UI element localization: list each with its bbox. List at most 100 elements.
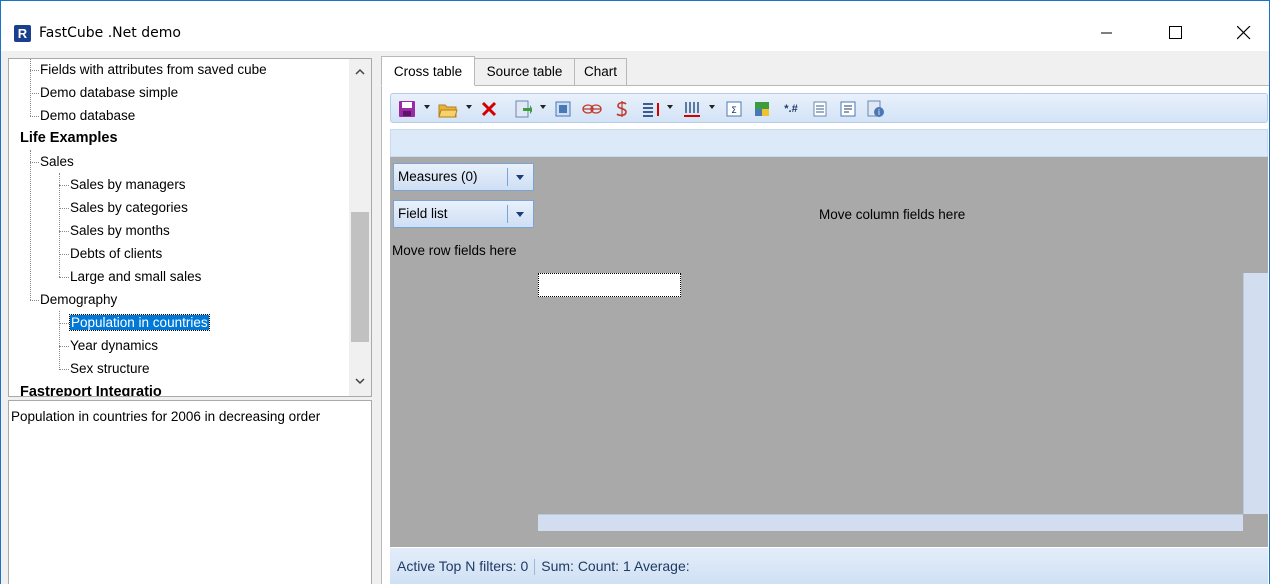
tree-guide (59, 254, 69, 255)
tree-item-demo-database[interactable]: Demo database (40, 105, 135, 127)
infinity-icon (582, 104, 602, 114)
tree-item-fields-with-attributes[interactable]: Fields with attributes from saved cube (40, 59, 267, 81)
tree-item-demography[interactable]: Demography (40, 289, 117, 311)
filter-bar[interactable] (390, 129, 1268, 157)
tree-guide (30, 93, 39, 94)
save-dropdown[interactable] (424, 105, 430, 109)
tree-guide (59, 311, 60, 370)
sort-dropdown[interactable] (667, 105, 673, 109)
columns-dropdown[interactable] (709, 105, 715, 109)
infinity-button[interactable] (581, 99, 603, 119)
status-divider (534, 559, 536, 576)
tree-item-sex-structure[interactable]: Sex structure (70, 358, 150, 380)
list-button[interactable] (810, 99, 830, 119)
pivot-grid[interactable]: Measures (0) Field list Move column fiel… (390, 157, 1268, 547)
svg-text:Σ: Σ (731, 106, 737, 116)
tab-chart[interactable]: Chart (574, 58, 627, 86)
tree-item-label: Demo database simple (40, 85, 179, 100)
open-button[interactable] (437, 99, 459, 119)
field-list-button[interactable]: Field list (393, 200, 534, 228)
tree-item-label: Fastreport Integratio (20, 384, 162, 396)
delete-icon (481, 101, 497, 117)
export-icon (515, 100, 532, 118)
tree-item-year-dynamics[interactable]: Year dynamics (70, 335, 158, 357)
tab-cross-table[interactable]: Cross table (381, 56, 475, 86)
tree-item-label: Fields with attributes from saved cube (40, 62, 267, 77)
tree-item-fastreport-integration[interactable]: Fastreport Integratio (20, 381, 162, 396)
tree-item-sales-by-categories[interactable]: Sales by categories (70, 197, 188, 219)
top-n-filters-status: Active Top N filters: 0 (397, 558, 529, 574)
tree-item-sales-by-months[interactable]: Sales by months (70, 220, 170, 242)
tree-item-label: Sex structure (70, 361, 150, 376)
tree-guide (59, 277, 69, 278)
cross-table-panel: Σ *.# i Measures (0) Field list Move col… (381, 85, 1269, 584)
tree-guide (30, 300, 39, 301)
tree-item-sales-by-managers[interactable]: Sales by managers (70, 174, 186, 196)
tree-guide (59, 231, 69, 232)
measures-label: Measures (0) (398, 169, 478, 184)
aggregate-status: Sum: Count: 1 Average: (541, 558, 690, 574)
save-button[interactable] (397, 99, 417, 119)
columns-button[interactable] (681, 99, 703, 119)
scroll-thumb[interactable] (351, 212, 369, 342)
chevron-down-icon (355, 377, 365, 384)
column-fields-dropzone[interactable]: Move column fields here (819, 207, 965, 222)
tree-item-life-examples[interactable]: Life Examples (20, 127, 118, 149)
toolbar: Σ *.# i (390, 93, 1268, 123)
sort-icon (643, 103, 659, 117)
tree-item-label: Life Examples (20, 130, 118, 146)
grid-button[interactable] (553, 99, 573, 119)
info-button[interactable]: i (866, 99, 886, 119)
tree-guide (30, 70, 39, 71)
grid-icon (555, 101, 571, 117)
chevron-down-icon (516, 175, 524, 180)
tree-item-debts-of-clients[interactable]: Debts of clients (70, 243, 162, 265)
tree-item-label: Sales by managers (70, 177, 186, 192)
tree-item-label: Population in countries (69, 314, 210, 331)
tree-item-sales[interactable]: Sales (40, 151, 74, 173)
tree-scrollbar[interactable] (349, 59, 371, 396)
color-scale-button[interactable] (752, 99, 772, 119)
minimize-icon (1101, 32, 1112, 34)
tree-item-demo-database-simple[interactable]: Demo database simple (40, 82, 178, 104)
close-button[interactable] (1221, 15, 1267, 51)
export-button[interactable] (513, 99, 533, 119)
color-scale-icon (755, 102, 769, 116)
grid-vertical-scrollbar[interactable] (1243, 273, 1268, 514)
scroll-down-arrow[interactable] (349, 371, 371, 391)
open-dropdown[interactable] (466, 105, 472, 109)
tree-guide (30, 150, 31, 300)
scroll-up-arrow[interactable] (349, 61, 371, 81)
tree-item-label: Sales by months (70, 223, 170, 238)
grid-horizontal-scrollbar[interactable] (538, 514, 1243, 531)
tree-item-label: Demography (40, 292, 118, 307)
maximize-icon (1169, 26, 1182, 39)
tree-item-population-in-countries[interactable]: Population in countries (69, 312, 210, 334)
currency-button[interactable] (613, 99, 631, 119)
examples-tree[interactable]: Fields with attributes from saved cube D… (8, 58, 372, 397)
tree-item-large-and-small-sales[interactable]: Large and small sales (70, 266, 201, 288)
tree-guide (59, 208, 69, 209)
minimize-button[interactable] (1084, 15, 1130, 51)
tree-guide (59, 173, 60, 277)
maximize-button[interactable] (1153, 15, 1199, 51)
close-icon (1237, 26, 1251, 40)
list-icon (813, 101, 827, 117)
sum-button[interactable]: Σ (724, 99, 744, 119)
app-icon: R (14, 25, 31, 42)
tree-item-label: Sales (40, 154, 74, 169)
tree-guide (59, 185, 69, 186)
tab-source-table[interactable]: Source table (474, 58, 575, 86)
data-cell[interactable] (538, 273, 681, 297)
export-dropdown[interactable] (540, 105, 546, 109)
row-fields-dropzone[interactable]: Move row fields here (392, 243, 517, 258)
status-text: Active Top N filters: 0 Sum: Count: 1 Ave… (397, 558, 690, 576)
delete-button[interactable] (479, 99, 499, 119)
measures-button[interactable]: Measures (0) (393, 163, 534, 191)
tree-guide (30, 162, 39, 163)
number-format-button[interactable]: *.# (780, 99, 802, 119)
save-icon (399, 101, 415, 117)
status-bar: Active Top N filters: 0 Sum: Count: 1 Ave… (390, 548, 1268, 584)
sort-button[interactable] (641, 99, 663, 119)
properties-button[interactable] (838, 99, 858, 119)
